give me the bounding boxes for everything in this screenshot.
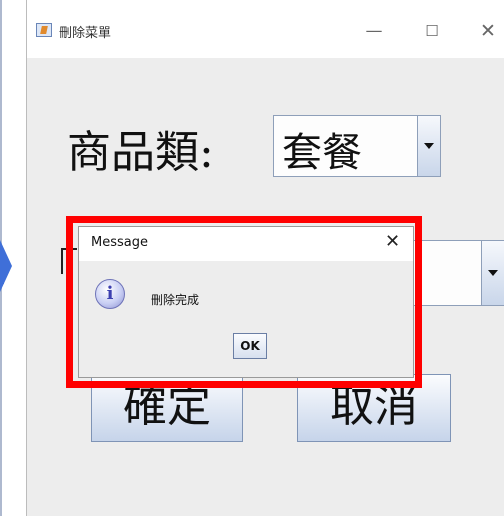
minimize-button[interactable]: — <box>357 16 391 46</box>
ok-button[interactable]: OK <box>233 333 267 359</box>
window-title: 刪除菜單 <box>59 26 112 41</box>
dialog-title: Message <box>91 235 148 250</box>
maximize-button[interactable]: ☐ <box>415 16 449 46</box>
left-arrow-head <box>0 240 12 292</box>
partial-label-glyph <box>61 248 77 274</box>
window-titlebar: 刪除菜單 — ☐ ✕ <box>27 0 504 58</box>
info-icon: i <box>95 279 125 309</box>
java-app-icon <box>36 23 52 37</box>
category-combobox[interactable]: 套餐 <box>273 115 441 177</box>
confirm-button[interactable]: 確定 <box>91 374 243 442</box>
close-button[interactable]: ✕ <box>471 16 504 46</box>
dialog-message: 刪除完成 <box>151 293 200 307</box>
category-label: 商品類: <box>67 127 214 178</box>
screenshot-stage: 刪除菜單 — ☐ ✕ 商品類: 套餐 確定 取消 Message ✕ i 刪除完… <box>0 0 504 516</box>
dialog-titlebar: Message ✕ <box>79 227 413 261</box>
category-selected-value: 套餐 <box>282 130 362 176</box>
cancel-button[interactable]: 取消 <box>297 374 451 442</box>
dialog-close-icon[interactable]: ✕ <box>385 231 400 252</box>
message-dialog: Message ✕ i 刪除完成 OK <box>78 226 414 378</box>
chevron-down-icon[interactable] <box>417 115 441 177</box>
chevron-down-icon[interactable] <box>481 240 504 306</box>
